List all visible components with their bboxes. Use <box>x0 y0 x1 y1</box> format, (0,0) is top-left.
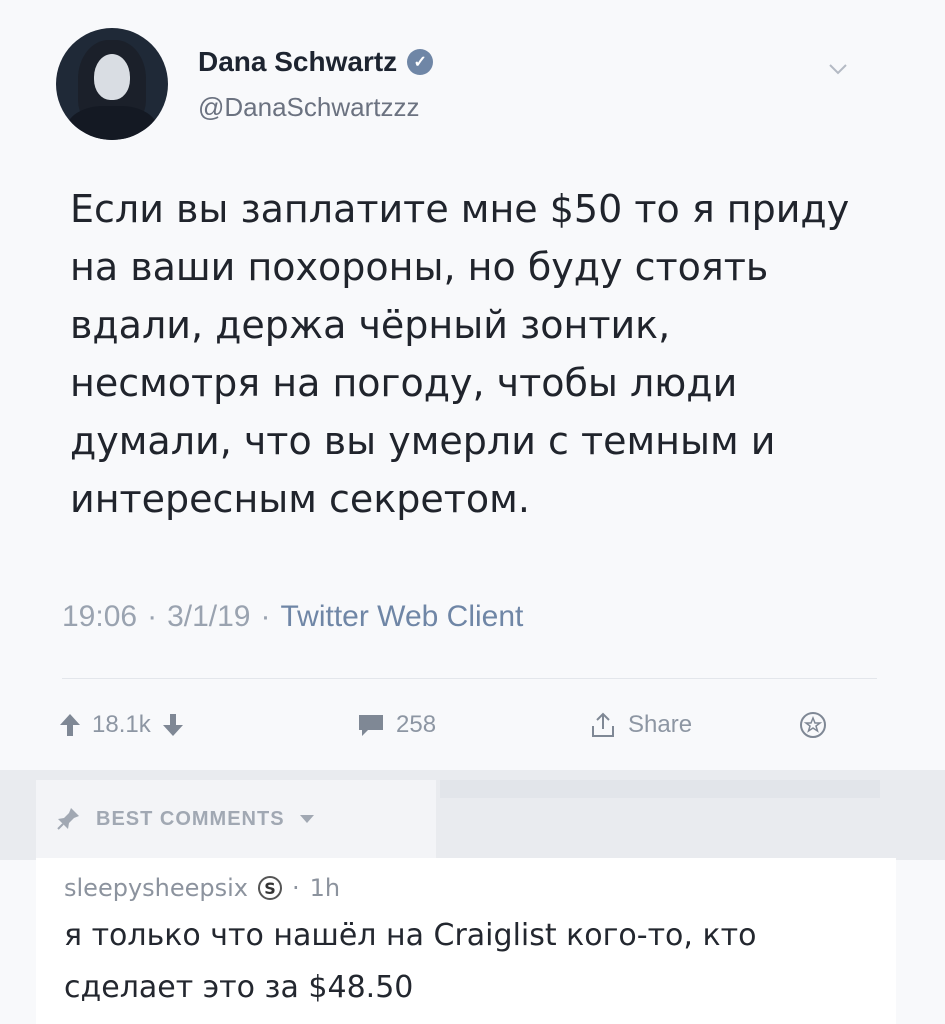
comment-text: я только что нашёл на Craiglist кого-то,… <box>64 918 757 1005</box>
comment-header: sleepysheepsix S · 1h <box>64 874 340 902</box>
best-comments-toggle[interactable]: BEST COMMENTS <box>36 780 436 858</box>
meta-separator: · <box>260 600 271 633</box>
arrow-up-icon[interactable] <box>58 712 82 738</box>
reply-button[interactable]: 258 <box>356 700 436 750</box>
caret-down-icon <box>299 815 314 823</box>
tweet-card: Dana Schwartz ✓ @DanaSchwartzzz Если вы … <box>0 0 945 1024</box>
tweet-date[interactable]: 3/1/19 <box>167 600 250 634</box>
best-comments-label: BEST COMMENTS <box>96 807 285 830</box>
comment-icon <box>359 715 383 736</box>
share-button[interactable]: Share <box>588 700 692 750</box>
upvote-count: 18.1k <box>92 711 151 738</box>
tweet-client[interactable]: Twitter Web Client <box>281 600 524 634</box>
tweet-actions: 18.1k 258 Share <box>58 700 878 750</box>
author-handle[interactable]: @DanaSchwartzzz <box>198 92 419 123</box>
meta-separator: · <box>292 874 300 902</box>
reply-count: 258 <box>396 711 437 738</box>
share-icon <box>592 712 614 737</box>
divider <box>62 678 877 679</box>
verified-badge-icon: ✓ <box>407 49 434 75</box>
comment-age: 1h <box>309 874 341 902</box>
arrow-down-icon[interactable] <box>161 712 185 738</box>
avatar-face <box>94 54 130 100</box>
star-icon <box>800 712 826 738</box>
tweet-meta: 19:06 · 3/1/19 · Twitter Web Client <box>62 600 523 634</box>
author-name[interactable]: Dana Schwartz ✓ <box>198 46 434 78</box>
favorite-button[interactable] <box>798 700 828 750</box>
share-label: Share <box>628 711 693 738</box>
tweet-text: Если вы заплатите мне $50 то я приду на … <box>70 187 850 521</box>
user-badge-icon: S <box>258 876 282 900</box>
chevron-down-icon[interactable] <box>827 58 849 80</box>
author-avatar[interactable] <box>56 28 168 140</box>
meta-separator: · <box>147 600 158 633</box>
tweet-time: 19:06 <box>62 600 138 633</box>
pin-icon <box>57 808 79 830</box>
author-name-text[interactable]: Dana Schwartz <box>198 46 397 78</box>
comment-username[interactable]: sleepysheepsix <box>64 874 248 902</box>
avatar-body <box>66 106 158 140</box>
header-strip <box>440 780 880 798</box>
vote-group: 18.1k <box>58 700 185 750</box>
